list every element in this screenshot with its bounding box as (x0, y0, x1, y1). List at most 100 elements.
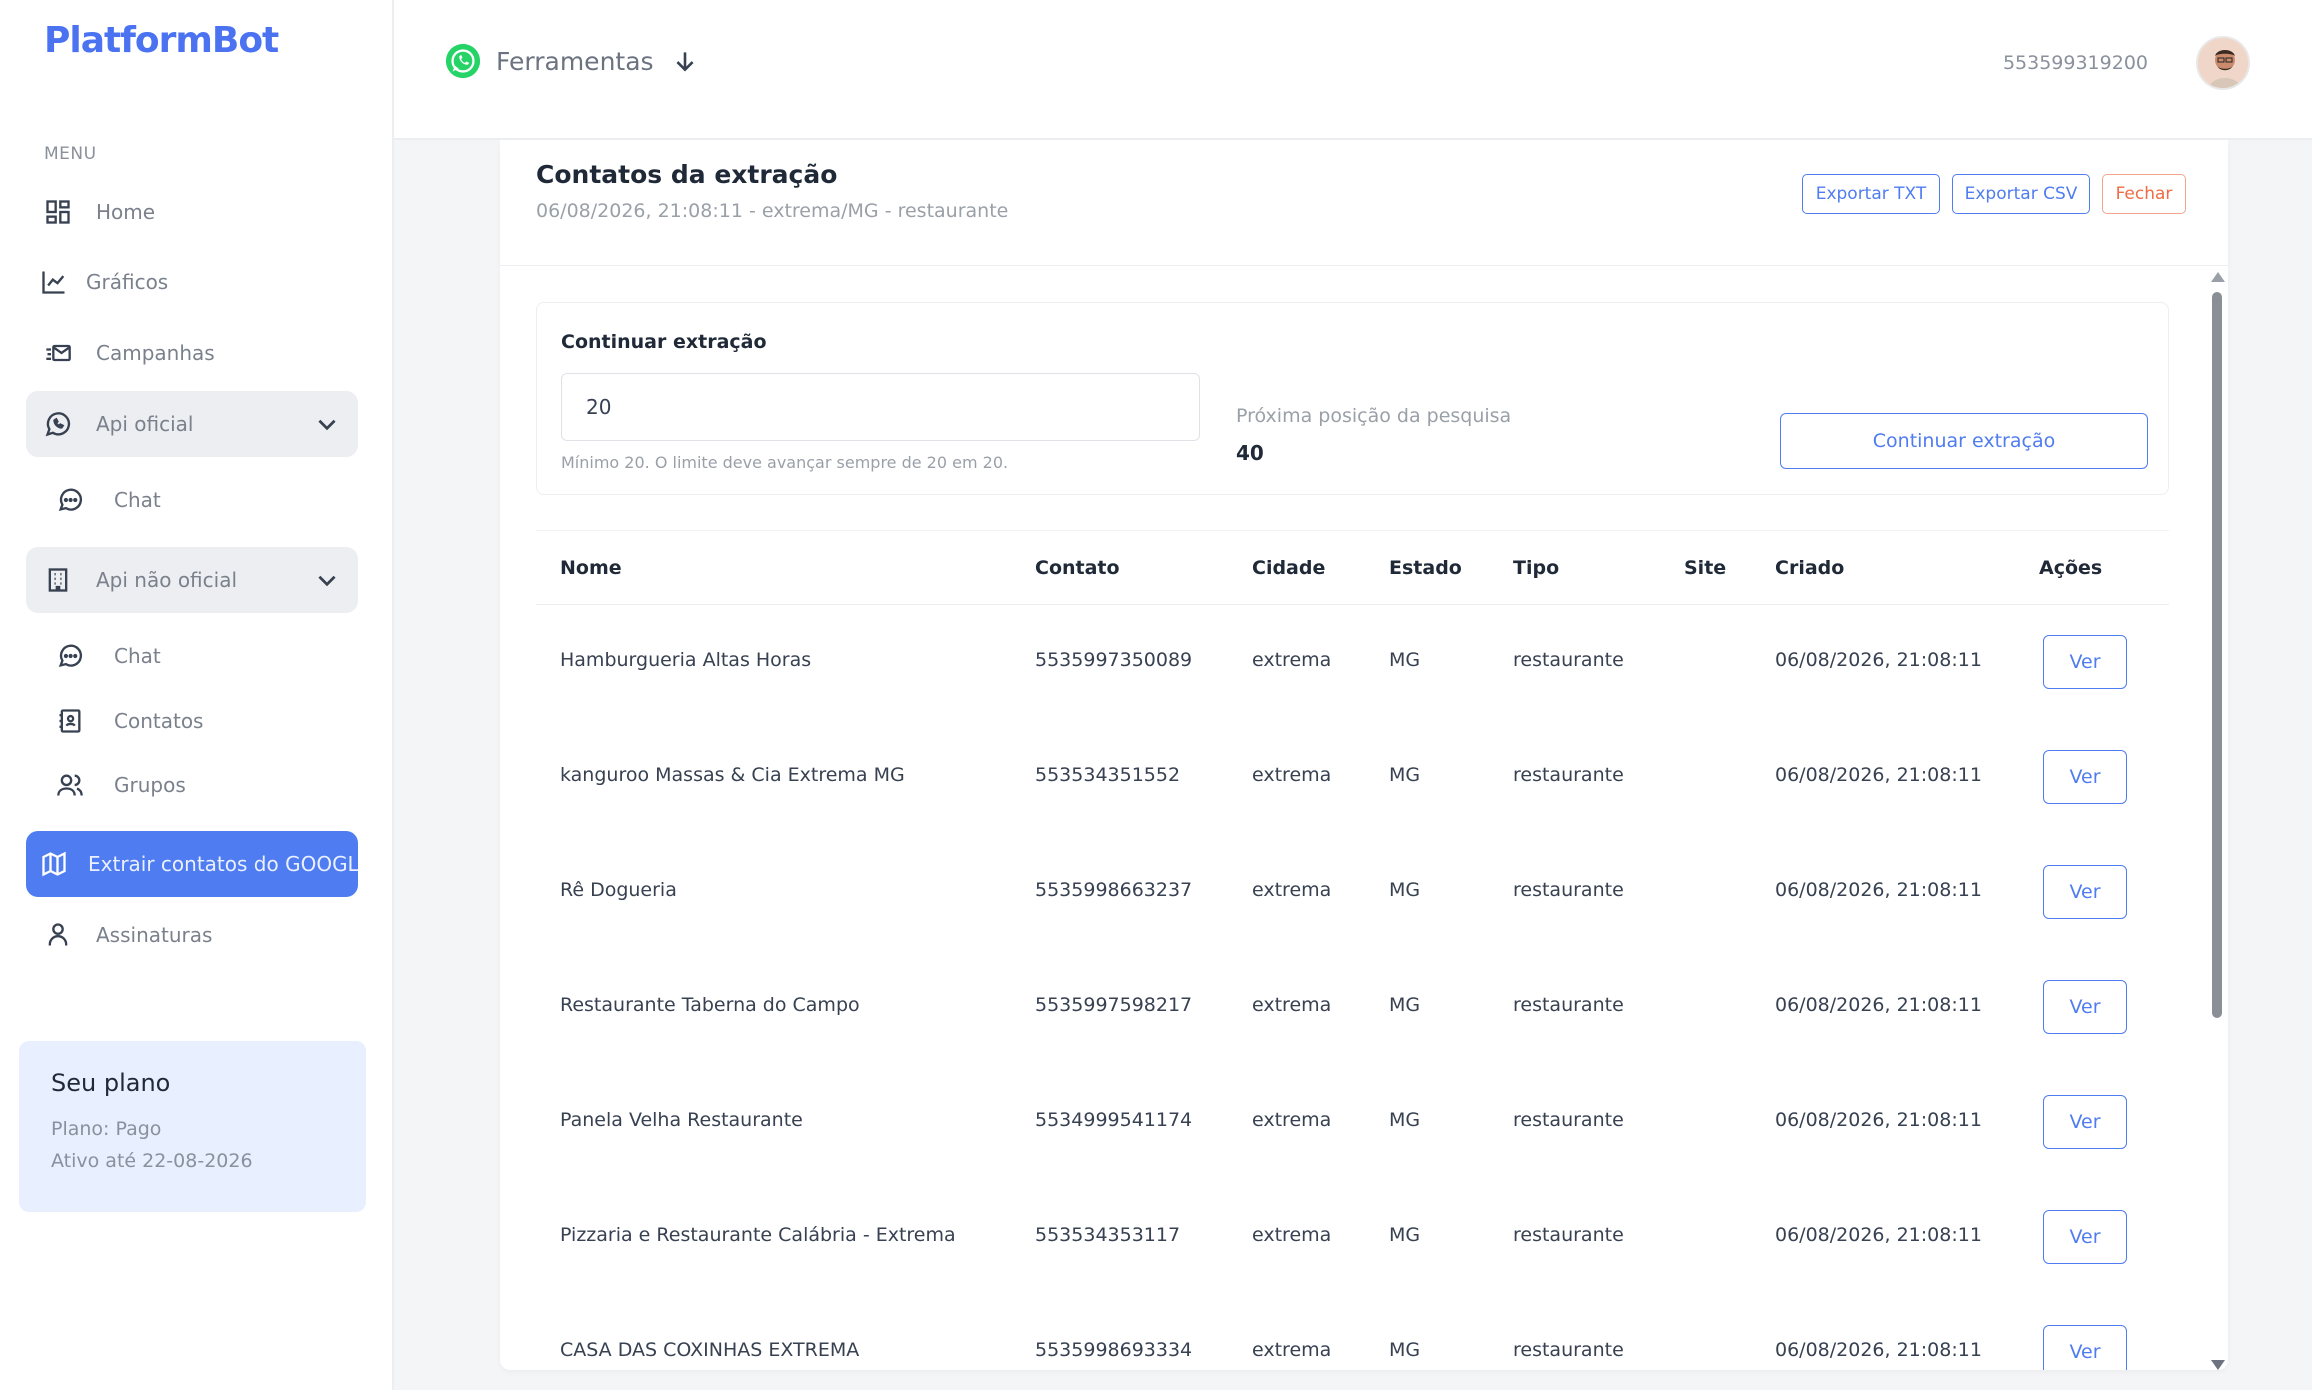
continue-extraction-label: Continuar extração (561, 331, 767, 353)
sidebar-item-chat-nao-oficial[interactable]: Chat (26, 623, 358, 689)
close-button[interactable]: Fechar (2102, 174, 2186, 214)
cell-contato: 5534999541174 (1035, 1109, 1193, 1131)
campaign-mail-icon (40, 335, 76, 371)
column-header-tipo[interactable]: Tipo (1513, 557, 1559, 579)
contacts-book-icon (52, 703, 88, 739)
sidebar-item-label: Home (96, 200, 156, 224)
cell-tipo: restaurante (1513, 764, 1624, 786)
export-csv-button[interactable]: Exportar CSV (1952, 174, 2090, 214)
continue-extraction-panel: Continuar extração 20 Mínimo 20. O limit… (536, 302, 2169, 495)
app-logo[interactable]: PlatformBot (44, 20, 279, 61)
sidebar-item-label: Chat (114, 644, 161, 668)
column-header-acoes: Ações (2039, 557, 2103, 579)
map-icon (40, 846, 68, 882)
menu-label: MENU (44, 144, 97, 164)
sidebar-group-api-oficial[interactable]: Api oficial (26, 391, 358, 457)
view-contact-button[interactable]: Ver (2043, 1095, 2127, 1149)
sidebar-item-label: Campanhas (96, 341, 215, 365)
avatar[interactable] (2196, 36, 2250, 90)
tools-label: Ferramentas (496, 46, 654, 76)
sidebar-group-api-nao-oficial[interactable]: Api não oficial (26, 547, 358, 613)
cell-contato: 5535997598217 (1035, 994, 1193, 1016)
column-header-estado[interactable]: Estado (1389, 557, 1462, 579)
cell-nome: CASA DAS COXINHAS EXTREMA (560, 1339, 860, 1361)
sidebar-item-chat-oficial[interactable]: Chat (26, 467, 358, 533)
sidebar-item-grupos[interactable]: Grupos (26, 752, 358, 818)
next-position-value: 40 (1236, 441, 1264, 465)
vertical-scrollbar[interactable] (2206, 270, 2228, 1370)
cell-contato: 553534353117 (1035, 1224, 1181, 1246)
column-header-contato[interactable]: Contato (1035, 557, 1120, 579)
sidebar-item-extrair-google[interactable]: Extrair contatos do GOOGLE (26, 831, 358, 897)
sidebar-item-graficos[interactable]: Gráficos (26, 249, 358, 315)
view-contact-button[interactable]: Ver (2043, 865, 2127, 919)
table-row: Pizzaria e Restaurante Calábria - Extrem… (536, 1180, 2169, 1295)
cell-tipo: restaurante (1513, 994, 1624, 1016)
plan-card: Seu plano Plano: Pago Ativo até 22-08-20… (19, 1041, 366, 1212)
cell-cidade: extrema (1252, 1109, 1332, 1131)
chevron-down-icon[interactable] (314, 411, 340, 437)
cell-cidade: extrema (1252, 1224, 1332, 1246)
cell-tipo: restaurante (1513, 1224, 1624, 1246)
table-header: Nome Contato Cidade Estado Tipo Site Cri… (536, 530, 2169, 605)
view-contact-button[interactable]: Ver (2043, 750, 2127, 804)
cell-nome: Pizzaria e Restaurante Calábria - Extrem… (560, 1224, 956, 1246)
cell-cidade: extrema (1252, 1339, 1332, 1361)
column-header-nome[interactable]: Nome (560, 557, 622, 579)
table-row: Rê Dogueria 5535998663237 extrema MG restaur… (536, 835, 2169, 950)
table-row: CASA DAS COXINHAS EXTREMA 5535998693334 ex… (536, 1295, 2169, 1370)
scroll-thumb[interactable] (2212, 292, 2222, 1018)
scroll-down-arrow-icon[interactable] (2211, 1360, 2225, 1370)
users-icon (52, 767, 88, 803)
extraction-contacts-card: Contatos da extração 06/08/2026, 21:08:1… (500, 140, 2228, 1370)
cell-estado: MG (1389, 764, 1421, 786)
card-title: Contatos da extração (536, 160, 838, 189)
sidebar-item-label: Api não oficial (96, 568, 238, 592)
view-contact-button[interactable]: Ver (2043, 980, 2127, 1034)
cell-criado: 06/08/2026, 21:08:11 (1775, 764, 1982, 786)
cell-cidade: extrema (1252, 879, 1332, 901)
continue-extraction-button[interactable]: Continuar extração (1780, 413, 2148, 469)
cell-tipo: restaurante (1513, 1339, 1624, 1361)
sidebar-item-campanhas[interactable]: Campanhas (26, 320, 358, 386)
contacts-table: Nome Contato Cidade Estado Tipo Site Cri… (536, 530, 2169, 1370)
cell-cidade: extrema (1252, 764, 1332, 786)
sidebar-item-home[interactable]: Home (26, 179, 358, 245)
sidebar-item-label: Contatos (114, 709, 204, 733)
chevron-down-icon[interactable] (314, 567, 340, 593)
chart-icon (36, 264, 72, 300)
cell-criado: 06/08/2026, 21:08:11 (1775, 994, 1982, 1016)
sidebar-item-assinaturas[interactable]: Assinaturas (26, 902, 358, 968)
cell-cidade: extrema (1252, 649, 1332, 671)
table-row: Hamburgueria Altas Horas 5535997350089 ext… (536, 605, 2169, 720)
cell-estado: MG (1389, 879, 1421, 901)
export-txt-button[interactable]: Exportar TXT (1802, 174, 1940, 214)
sidebar-item-contatos[interactable]: Contatos (26, 688, 358, 754)
tools-dropdown[interactable]: Ferramentas (444, 42, 698, 80)
cell-criado: 06/08/2026, 21:08:11 (1775, 879, 1982, 901)
chat-bubble-icon (52, 482, 88, 518)
scroll-up-arrow-icon[interactable] (2211, 272, 2225, 282)
cell-nome: Restaurante Taberna do Campo (560, 994, 860, 1016)
building-icon (40, 562, 76, 598)
cell-cidade: extrema (1252, 994, 1332, 1016)
cell-nome: Panela Velha Restaurante (560, 1109, 803, 1131)
sidebar-item-label: Grupos (114, 773, 186, 797)
cell-tipo: restaurante (1513, 879, 1624, 901)
view-contact-button[interactable]: Ver (2043, 1325, 2127, 1370)
column-header-site[interactable]: Site (1684, 557, 1726, 579)
cell-tipo: restaurante (1513, 649, 1624, 671)
view-contact-button[interactable]: Ver (2043, 635, 2127, 689)
column-header-criado[interactable]: Criado (1775, 557, 1844, 579)
limit-input[interactable]: 20 (561, 373, 1200, 441)
column-header-cidade[interactable]: Cidade (1252, 557, 1325, 579)
cell-estado: MG (1389, 1224, 1421, 1246)
view-contact-button[interactable]: Ver (2043, 1210, 2127, 1264)
sidebar: PlatformBot MENU Home Gráficos Campanhas… (0, 0, 394, 1390)
user-icon (40, 917, 76, 953)
plan-title: Seu plano (51, 1069, 171, 1097)
card-header: Contatos da extração 06/08/2026, 21:08:1… (500, 140, 2228, 266)
plan-expiry: Ativo até 22-08-2026 (51, 1150, 253, 1172)
cell-estado: MG (1389, 649, 1421, 671)
table-row: Panela Velha Restaurante 5534999541174 ext… (536, 1065, 2169, 1180)
